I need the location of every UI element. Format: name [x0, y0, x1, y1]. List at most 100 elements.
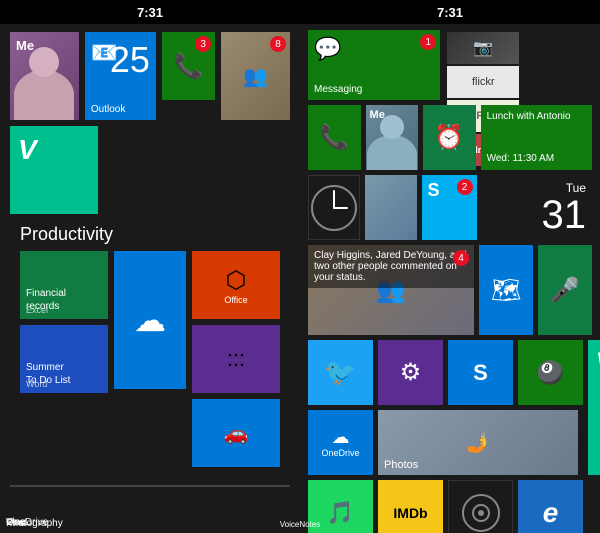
clock-tile[interactable]	[308, 175, 360, 240]
people-icon: 👥	[243, 64, 268, 89]
vine-logo: V	[18, 134, 37, 166]
right-panel: 7:31 💬 1 Messaging 📷 flickr PF I	[300, 0, 600, 533]
me-row: Me 📧 25 Outlook 📞 3 👥 8	[10, 32, 290, 120]
outlook-tile[interactable]: 📧 25 Outlook	[85, 32, 156, 120]
me-r-label: Me	[370, 109, 385, 121]
r-row5: 🐦 ⚙ S 🎱	[308, 340, 583, 405]
mic-icon: 🎤	[550, 276, 580, 305]
social-badge: 4	[453, 250, 469, 266]
time-right: 7:31	[437, 5, 463, 20]
voicenotes-label: VoiceNotes	[300, 520, 600, 529]
messaging-badge: 1	[420, 34, 436, 50]
messaging-label: Messaging	[314, 84, 362, 95]
map-icon: 🗺	[491, 276, 521, 305]
office-tile[interactable]: ⬡ Office	[192, 251, 280, 319]
social-overlay: Clay Higgins, Jared DeYoung, and two oth…	[308, 245, 474, 288]
left-divider	[10, 485, 290, 487]
me-tile[interactable]: Me	[10, 32, 79, 120]
photography-tile[interactable]: 📷 flickr PF Inst Photography	[445, 30, 592, 100]
maps-tile[interactable]: 🗺	[479, 245, 533, 335]
phone-icon: 📞	[174, 52, 204, 81]
shazam-tile[interactable]: S	[448, 340, 513, 405]
skype-tile[interactable]: S 2	[422, 175, 476, 240]
photos-r-tile[interactable]: 🤳 Photos	[378, 410, 578, 475]
lunch-tile[interactable]: Lunch with Antonio Wed: 11:30 AM	[481, 105, 592, 170]
vine-tile[interactable]: V Vine	[10, 126, 98, 214]
photos-overlay: Photos	[384, 459, 418, 471]
time-left: 7:31	[137, 5, 163, 20]
skype-icon: S	[427, 180, 439, 201]
phone-r-icon: 📞	[319, 123, 349, 152]
twitter-tile[interactable]: 🐦	[308, 340, 373, 405]
onedrive-r-label: OneDrive	[321, 448, 359, 458]
person-group: 👥 8	[221, 32, 290, 120]
left-col: Financial records Excel Summer To Do Lis…	[20, 251, 108, 467]
me-photo-tile[interactable]	[365, 175, 417, 240]
r-row1: 💬 1 Messaging 📷 flickr PF Inst Photograp…	[308, 30, 592, 100]
word-tile[interactable]: Summer To Do List Word	[20, 325, 108, 393]
phone-green-tile[interactable]: 📞	[308, 105, 361, 170]
car-icon: 🚗	[224, 421, 249, 446]
me-r-tile[interactable]: Me	[366, 105, 419, 170]
messaging-icon: 💬	[314, 36, 341, 62]
social-tile[interactable]: 👥 Clay Higgins, Jared DeYoung, and two o…	[308, 245, 474, 335]
shazam-icon: S	[473, 360, 488, 386]
left-block: 🐦 ⚙ S 🎱 ☁ OneDrive	[308, 340, 583, 475]
cloud-r-icon: ☁	[332, 427, 350, 448]
settings-tile[interactable]: ⚙	[378, 340, 443, 405]
right-col: ⬡ Office ::: 🚗	[192, 251, 280, 467]
outlook-label: Outlook	[91, 104, 125, 115]
status-bar-left: 7:31	[0, 0, 300, 24]
calc-tile[interactable]: :::	[192, 325, 280, 393]
right-tiles: 💬 1 Messaging 📷 flickr PF Inst Photograp…	[300, 24, 600, 533]
lunch-time: Wed: 11:30 AM	[487, 153, 586, 164]
skype-badge: 2	[457, 179, 473, 195]
excel-tile[interactable]: Financial records Excel	[20, 251, 108, 319]
ball-tile[interactable]: 🎱	[518, 340, 583, 405]
social-badge: 8	[270, 36, 286, 52]
photo-q2: flickr	[447, 66, 519, 98]
camera-icon: 📷	[473, 38, 493, 58]
cloud-icon: ☁	[134, 301, 166, 339]
car-tile[interactable]: 🚗	[192, 399, 280, 467]
left-panel: 7:31 Me 📧 25 Outlook 📞 3	[0, 0, 300, 533]
vine-r-tile[interactable]: V Vine	[588, 340, 600, 475]
voice-tile[interactable]: 🎤 VoiceNotes	[538, 245, 592, 335]
date-num: 31	[542, 195, 587, 235]
office-label: Office	[224, 295, 247, 305]
lunch-title: Lunch with Antonio	[487, 111, 586, 122]
flickr-icon: flickr	[472, 76, 495, 88]
gear-icon: ⚙	[400, 358, 422, 387]
selfie-icon: 🤳	[466, 430, 491, 455]
outlook-count: 25	[110, 42, 150, 78]
r-row6: ☁ OneDrive 🤳 Photos	[308, 410, 583, 475]
office-icon: ⬡	[226, 266, 247, 295]
photo-q1: 📷	[447, 32, 519, 64]
section-productivity: Productivity	[20, 224, 280, 245]
imdb-label: IMDb	[393, 505, 427, 521]
date-tile: Tue 31	[482, 175, 592, 240]
vine-row: V Vine	[10, 126, 290, 214]
clock-svg	[309, 183, 359, 233]
me-label: Me	[16, 38, 34, 53]
alarm-icon: ⏰	[434, 123, 464, 152]
status-bar-right: 7:31	[300, 0, 600, 24]
r-row4: 👥 Clay Higgins, Jared DeYoung, and two o…	[308, 245, 592, 335]
calc-icon: :::	[227, 346, 245, 372]
row-combined: 🐦 ⚙ S 🎱 ☁ OneDrive	[308, 340, 592, 475]
messaging-tile[interactable]: 💬 1 Messaging	[308, 30, 440, 100]
social-photo-tile[interactable]: 👥 8	[221, 32, 290, 120]
photos-label: Photos	[384, 459, 418, 471]
word-sub: Word	[26, 379, 47, 389]
ball-icon: 🎱	[537, 360, 564, 386]
vine-r-logo: V	[596, 348, 600, 376]
onedrive-r-tile[interactable]: ☁ OneDrive	[308, 410, 373, 475]
onedrive-tile[interactable]: ☁ OneDrive	[114, 251, 186, 389]
excel-sub: Excel	[26, 305, 48, 315]
alarm-tile[interactable]: ⏰	[423, 105, 476, 170]
twitter-icon: 🐦	[324, 357, 356, 388]
phone-tile[interactable]: 📞 3	[162, 32, 215, 100]
r-row2: 📞 Me ⏰ Lunch with Antonio Wed: 11:30 AM	[308, 105, 592, 170]
phone-badge: 3	[195, 36, 211, 52]
r-row3: S 2 Tue 31	[308, 175, 592, 240]
